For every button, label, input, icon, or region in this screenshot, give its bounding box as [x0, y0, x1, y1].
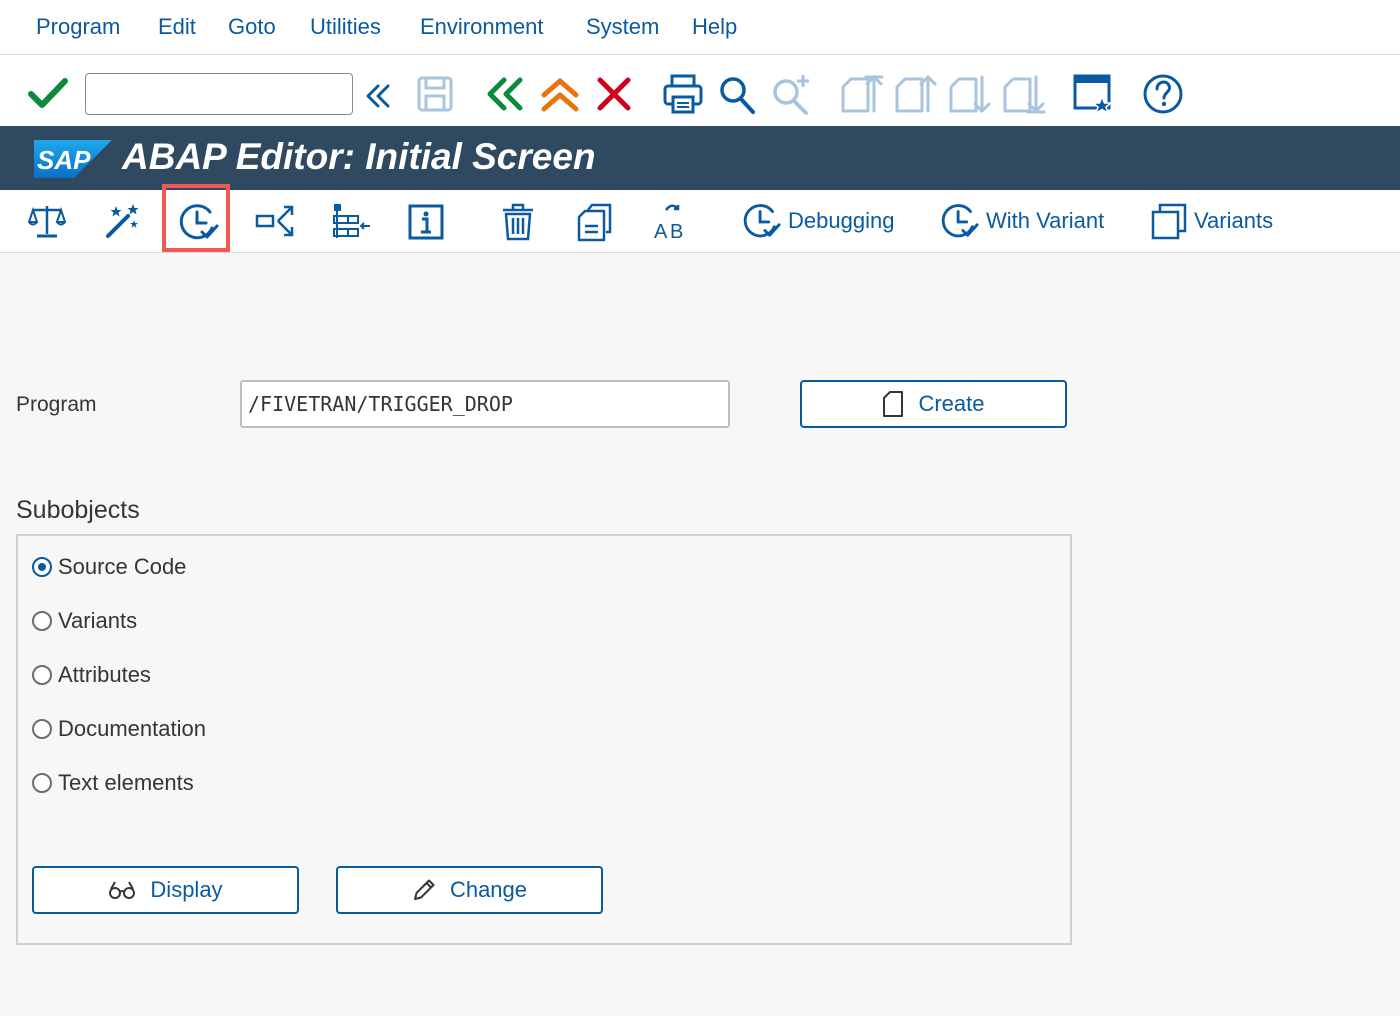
page-title: ABAP Editor: Initial Screen [122, 136, 596, 177]
debugging-clock-icon [743, 204, 781, 238]
variants-button[interactable]: Variants [1150, 203, 1274, 240]
debugging-button[interactable]: Debugging [742, 204, 894, 238]
change-button[interactable]: Change [336, 866, 603, 914]
last-page-icon[interactable] [1002, 73, 1046, 115]
menu-edit[interactable]: Edit [158, 14, 196, 40]
sap-logo-text: SAP [37, 145, 91, 175]
menu-program[interactable]: Program [36, 14, 120, 40]
enter-checkmark-icon[interactable] [28, 77, 68, 111]
radio-button[interactable] [32, 719, 52, 739]
rename-icon[interactable]: A B [652, 200, 690, 242]
radio-button[interactable] [32, 611, 52, 631]
info-icon[interactable] [408, 204, 444, 240]
program-input[interactable] [240, 380, 730, 428]
change-label: Change [449, 877, 528, 902]
radio-label: Attributes [58, 662, 151, 687]
radio-text-elements[interactable]: Text elements [32, 768, 194, 798]
debugging-label: Debugging [788, 208, 895, 233]
radio-button-selected[interactable] [32, 557, 52, 577]
find-next-icon[interactable] [770, 73, 812, 115]
menu-utilities[interactable]: Utilities [310, 14, 381, 40]
display-button[interactable]: Display [32, 866, 299, 914]
menu-help[interactable]: Help [692, 14, 737, 40]
delete-icon[interactable] [500, 202, 536, 242]
save-icon[interactable] [416, 75, 454, 113]
menu-goto[interactable]: Goto [228, 14, 276, 40]
radio-button[interactable] [32, 773, 52, 793]
pencil-icon [413, 879, 435, 900]
menu-system[interactable]: System [586, 14, 659, 40]
with-variant-clock-icon [941, 204, 979, 238]
title-bar: SAP ABAP Editor: Initial Screen [0, 126, 1400, 190]
print-icon[interactable] [662, 73, 704, 115]
variants-label: Variants [1194, 208, 1274, 233]
copy-icon[interactable] [576, 202, 614, 242]
find-icon[interactable] [718, 75, 756, 115]
sap-logo: SAP [34, 140, 112, 178]
svg-text:B: B [670, 221, 683, 242]
back-icon[interactable] [486, 77, 524, 111]
first-page-icon[interactable] [840, 73, 884, 115]
previous-page-icon[interactable] [894, 73, 938, 115]
radio-label: Variants [58, 608, 138, 633]
svg-text:A: A [654, 221, 668, 242]
create-label: Create [918, 391, 985, 416]
radio-label: Text elements [58, 770, 194, 795]
new-document-icon [883, 391, 904, 417]
glasses-icon [109, 881, 136, 899]
command-field[interactable] [85, 73, 353, 115]
system-toolbar [0, 55, 1400, 126]
where-used-list-icon[interactable] [254, 202, 296, 240]
program-label: Program [16, 393, 97, 416]
radio-label: Documentation [58, 716, 206, 741]
help-icon[interactable] [1142, 73, 1184, 115]
command-history-icon[interactable] [364, 83, 392, 109]
radio-attributes[interactable]: Attributes [32, 660, 151, 690]
radio-button[interactable] [32, 665, 52, 685]
execute-icon[interactable] [178, 202, 220, 242]
application-toolbar: A B Debugging With Variant Variants [0, 190, 1400, 253]
with-variant-button[interactable]: With Variant [940, 204, 1104, 238]
subobjects-title: Subobjects [16, 496, 140, 524]
activate-wand-icon[interactable] [104, 202, 142, 240]
object-list-icon[interactable] [330, 202, 372, 242]
radio-variants[interactable]: Variants [32, 606, 137, 636]
radio-source-code[interactable]: Source Code [32, 552, 186, 582]
create-button[interactable]: Create [800, 380, 1067, 428]
check-scales-icon[interactable] [28, 202, 66, 240]
radio-label: Source Code [58, 554, 187, 579]
radio-documentation[interactable]: Documentation [32, 714, 206, 744]
cancel-icon[interactable] [596, 77, 632, 111]
customize-layout-icon[interactable] [1072, 73, 1114, 115]
with-variant-label: With Variant [986, 208, 1105, 233]
menu-environment[interactable]: Environment [420, 14, 544, 40]
exit-icon[interactable] [540, 77, 580, 113]
variants-copy-icon [1151, 203, 1187, 240]
next-page-icon[interactable] [948, 73, 992, 115]
display-label: Display [150, 877, 223, 902]
menu-bar: Program Edit Goto Utilities Environment … [0, 0, 1400, 55]
